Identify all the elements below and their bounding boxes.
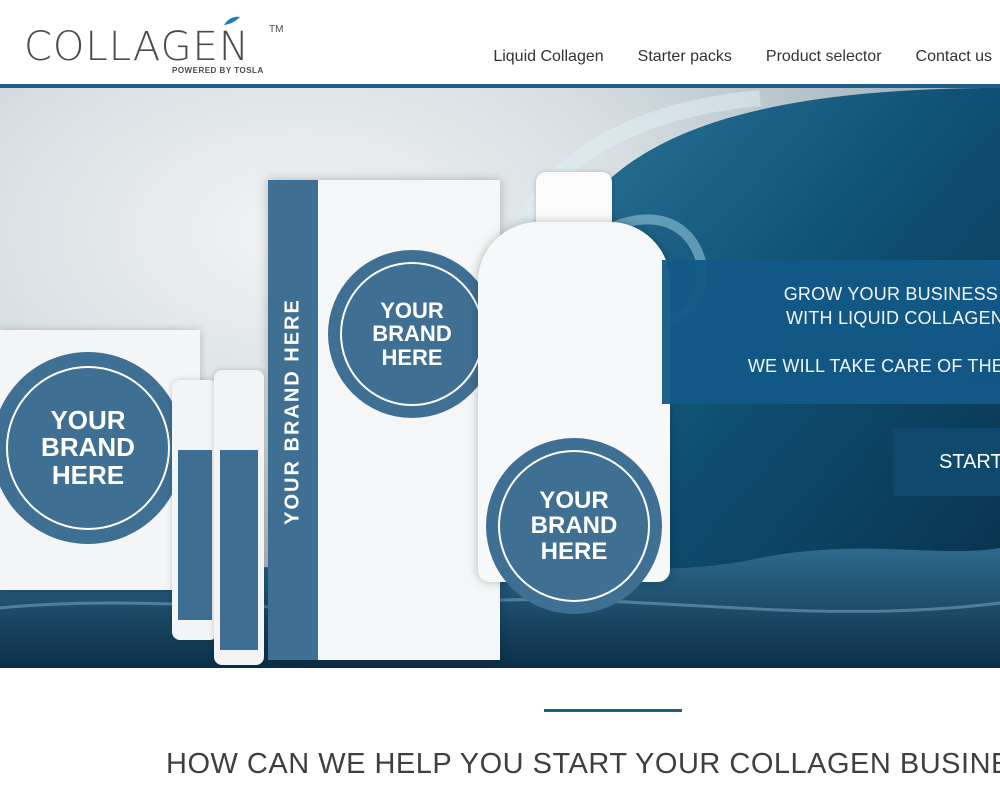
- brand-word-brand: BRAND: [530, 512, 618, 540]
- bottle-cap: [536, 172, 612, 228]
- brand-word-your: YOUR: [380, 298, 444, 324]
- section-title: HOW CAN WE HELP YOU START YOUR COLLAGEN …: [166, 748, 1000, 780]
- brand-label: YOUR BRAND HERE: [0, 352, 184, 544]
- hero-text-panel: GROW YOUR BUSINESS WITH LIQUID COLLAGEN …: [662, 260, 1000, 404]
- brand-word-your: YOUR: [539, 487, 609, 515]
- brand-word-brand: BRAND: [41, 432, 135, 463]
- site-header: COLLAGEN TM POWERED BY TOSLA Liquid Coll…: [0, 0, 1000, 85]
- nav-item-contact-us[interactable]: Contact us: [916, 48, 992, 66]
- brand-word-brand: BRAND: [372, 321, 452, 347]
- product-box-tall: YOUR BRAND HERE YOUR BRAND HERE: [268, 180, 500, 660]
- hero-banner: YOUR BRAND HERE YOUR BRAND HERE YOUR BRA…: [0, 88, 1000, 668]
- brand-word-here: HERE: [51, 459, 125, 490]
- section-divider: [544, 709, 682, 712]
- logo-tagline: POWERED BY TOSLA: [172, 66, 264, 75]
- nav-item-starter-packs[interactable]: Starter packs: [638, 48, 732, 66]
- nav-item-product-selector[interactable]: Product selector: [766, 48, 882, 66]
- box-side-text: YOUR BRAND HERE: [281, 298, 304, 525]
- product-box-left: YOUR BRAND HERE: [0, 330, 200, 590]
- brand-word-your: YOUR: [50, 405, 126, 436]
- droplet-icon: [224, 16, 240, 25]
- hero-headline-2: WITH LIQUID COLLAGEN: [785, 308, 1000, 328]
- vial-left: [172, 380, 218, 640]
- hero-headline-1: GROW YOUR BUSINESS: [783, 284, 998, 304]
- logo-wordmark: COLLAGEN: [24, 24, 250, 70]
- vial-label: [178, 450, 212, 620]
- vial-label: [220, 450, 258, 650]
- start-button[interactable]: START: [893, 428, 1000, 496]
- product-bottle: YOUR BRAND HERE: [478, 172, 670, 614]
- hero-headline-3: WE WILL TAKE CARE OF THE: [747, 356, 1000, 376]
- main-nav: Liquid Collagen Starter packs Product se…: [493, 48, 992, 66]
- logo-trademark: TM: [269, 24, 284, 35]
- brand-word-here: HERE: [540, 537, 608, 565]
- vial-right: [214, 370, 264, 665]
- brand-label: YOUR BRAND HERE: [328, 250, 496, 418]
- brand-word-here: HERE: [381, 344, 443, 370]
- logo[interactable]: COLLAGEN TM POWERED BY TOSLA: [24, 14, 294, 80]
- nav-item-liquid-collagen[interactable]: Liquid Collagen: [493, 48, 603, 66]
- brand-label: YOUR BRAND HERE: [486, 438, 662, 614]
